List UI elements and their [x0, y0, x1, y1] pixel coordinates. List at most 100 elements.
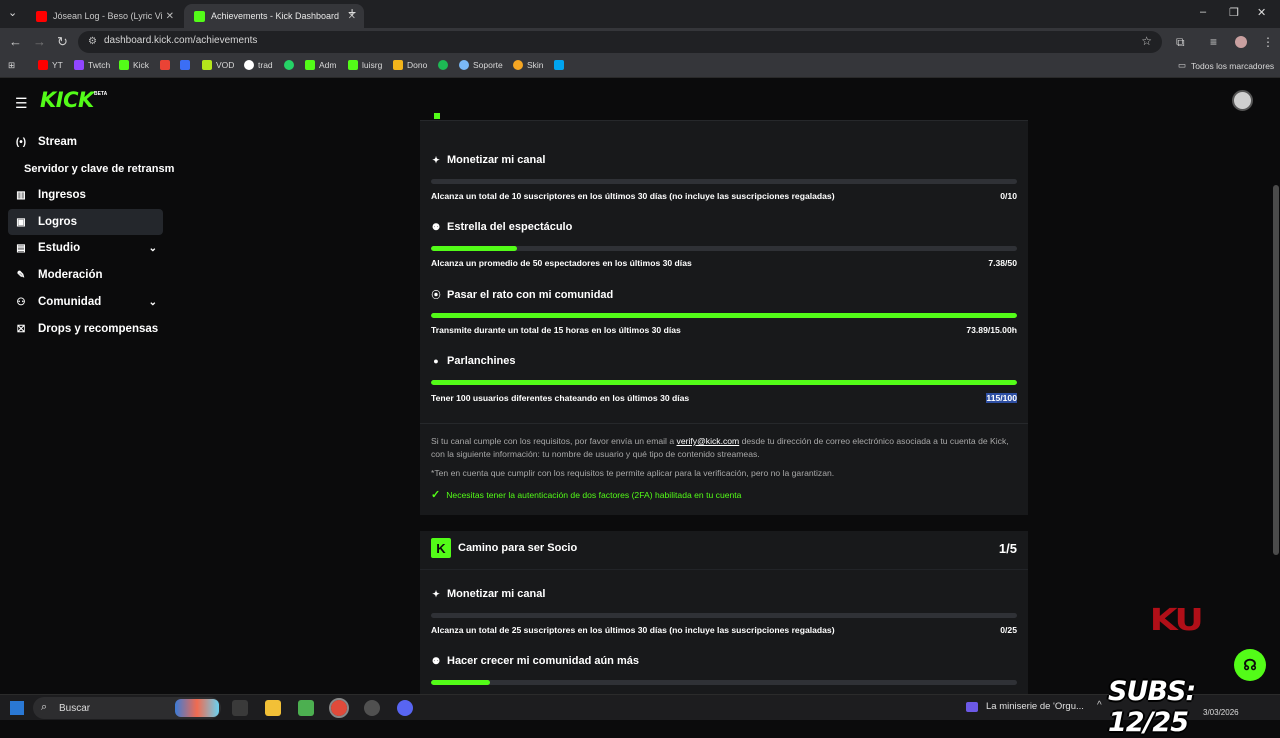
- achievement-progress: 73.89/15.00h: [966, 325, 1017, 335]
- sidebar-item-stream[interactable]: (•) Stream: [8, 129, 163, 155]
- discord-icon[interactable]: [397, 700, 413, 716]
- bookmark-green[interactable]: [438, 60, 452, 70]
- tab-search-chevron-icon[interactable]: ⌄: [8, 6, 17, 19]
- achievement-title: ● Parlanchines: [431, 355, 515, 367]
- taskbar-clock: 3/03/2026: [1203, 708, 1239, 717]
- checkmark-icon: ✓: [431, 489, 441, 501]
- tray-chevron-icon[interactable]: ^: [1097, 700, 1102, 711]
- minimize-icon[interactable]: –: [1200, 6, 1206, 18]
- sparkle-icon: ✦: [432, 154, 440, 165]
- achievement-progress: 0/10: [1000, 191, 1017, 201]
- tab-strip: ⌄ Jósean Log - Beso (Lyric Vi ✕ Achievem…: [0, 0, 1280, 28]
- vod-icon: [202, 60, 212, 70]
- sidebar-item-drops[interactable]: ⛝ Drops y recompensas: [8, 316, 163, 342]
- hamburger-menu-icon[interactable]: ☰: [15, 95, 28, 112]
- twofa-requirement: ✓ Necesitas tener la autenticación de dos…: [431, 489, 742, 501]
- menu-icon[interactable]: ⋮: [1262, 35, 1274, 49]
- bar-chart-icon: ▥: [16, 189, 26, 201]
- task-view-icon[interactable]: [232, 700, 248, 716]
- user-avatar[interactable]: [1232, 90, 1253, 111]
- search-placeholder: Buscar: [59, 703, 91, 714]
- restore-icon[interactable]: ❐: [1229, 6, 1239, 19]
- progress-bar: [431, 179, 1017, 184]
- minecraft-icon[interactable]: [298, 700, 314, 716]
- bookmark-trad[interactable]: trad: [244, 60, 273, 70]
- progress-bar: [431, 313, 1017, 318]
- sidebar-item-moderacion[interactable]: ✎ Moderación: [8, 262, 163, 288]
- tab-kick-dashboard[interactable]: Achievements - Kick Dashboard ✕: [184, 4, 364, 28]
- progress-fill: [431, 313, 1017, 318]
- close-tab-icon[interactable]: ✕: [166, 11, 174, 22]
- achievement-progress: 0/25: [1000, 625, 1017, 635]
- achievement-requirement: Alcanza un total de 25 suscriptores en l…: [431, 625, 835, 635]
- partner-card-header: K Camino para ser Socio: [431, 538, 577, 558]
- bookmark-vod[interactable]: VOD: [202, 60, 234, 70]
- tab-youtube[interactable]: Jósean Log - Beso (Lyric Vi ✕: [26, 4, 182, 28]
- trophy-icon: ▣: [16, 216, 26, 228]
- bookmark-soporte[interactable]: Soporte: [459, 60, 503, 70]
- taskbar-notification[interactable]: La miniserie de 'Orgu...: [966, 701, 1084, 712]
- tab-title: Achievements - Kick Dashboard: [211, 11, 340, 21]
- bookmarks-bar: ⊞ YT Twtch Kick VOD trad Adm luisrg Dono…: [0, 56, 1280, 78]
- kick-logo[interactable]: KICK: [40, 88, 94, 112]
- new-tab-icon[interactable]: +: [348, 4, 356, 20]
- chevron-down-icon[interactable]: ⌄: [149, 297, 157, 308]
- partner-path-card: K Camino para ser Socio 1/5 ✦ Monetizar mi…: [420, 531, 1028, 694]
- chat-icon: ●: [433, 356, 439, 366]
- kick-icon: [119, 60, 129, 70]
- green-app-icon: [438, 60, 448, 70]
- windows-start-icon[interactable]: [10, 701, 24, 715]
- address-bar[interactable]: ⚙ dashboard.kick.com/achievements ☆: [78, 31, 1162, 53]
- achievement-title: ⚉ Hacer crecer mi comunidad aún más: [431, 655, 639, 667]
- sidebar-item-label: Moderación: [38, 269, 103, 281]
- back-icon[interactable]: ←: [9, 34, 22, 49]
- sidebar-item-label: Stream: [38, 136, 77, 148]
- kick-favicon-icon: [194, 10, 205, 22]
- gift-icon: ⛝: [17, 323, 25, 335]
- extensions-icon[interactable]: ⧉: [1176, 35, 1185, 50]
- page-scrollbar[interactable]: [1273, 185, 1279, 555]
- bookmark-dono[interactable]: Dono: [393, 60, 427, 70]
- chevron-down-icon[interactable]: ⌄: [149, 243, 157, 254]
- bookmark-whatsapp[interactable]: [284, 60, 298, 70]
- achievement-progress: 7.38/50: [988, 258, 1017, 268]
- chrome-icon[interactable]: [329, 698, 349, 718]
- youtube-favicon-icon: [36, 10, 47, 22]
- obs-icon[interactable]: [364, 700, 380, 716]
- sidebar-item-label: Drops y recompensas: [38, 323, 159, 335]
- progress-bar: [431, 680, 1017, 685]
- url-text: dashboard.kick.com/achievements: [104, 35, 258, 46]
- bookmark-twitch[interactable]: Twtch: [74, 60, 110, 70]
- bookmark-blue[interactable]: [180, 60, 194, 70]
- bookmark-adm[interactable]: Adm: [305, 60, 336, 70]
- close-window-icon[interactable]: ✕: [1257, 6, 1266, 19]
- profile-icon[interactable]: [1235, 36, 1247, 48]
- sidebar-item-comunidad[interactable]: ⚇ Comunidad ⌄: [8, 289, 163, 315]
- sidebar-item-ingresos[interactable]: ▥ Ingresos: [8, 182, 163, 208]
- blue-app-icon: [180, 60, 190, 70]
- all-bookmarks-folder[interactable]: ▭ Todos los marcadores: [1178, 60, 1274, 71]
- bookmark-windows[interactable]: [554, 60, 568, 70]
- site-info-icon[interactable]: ⚙: [88, 36, 97, 47]
- reload-icon[interactable]: ↻: [57, 34, 68, 50]
- verify-email-link[interactable]: verify@kick.com: [677, 436, 740, 446]
- bookmark-gmail[interactable]: [160, 60, 174, 70]
- progress-fill: [431, 680, 490, 685]
- taskbar-search[interactable]: ⌕ Buscar: [33, 697, 221, 719]
- kick-icon: [305, 60, 315, 70]
- media-controls-icon[interactable]: ≡: [1210, 35, 1217, 49]
- bookmark-kick[interactable]: Kick: [119, 60, 149, 70]
- bookmark-yt[interactable]: YT: [38, 60, 63, 70]
- apps-grid-icon[interactable]: ⊞: [8, 60, 15, 71]
- bookmark-star-icon[interactable]: ☆: [1141, 34, 1152, 48]
- sidebar-item-label: Comunidad: [38, 296, 102, 308]
- sidebar-item-logros[interactable]: ▣ Logros: [8, 209, 163, 235]
- bookmark-luisrg[interactable]: luisrg: [348, 60, 382, 70]
- viewers-icon: ⚉: [431, 655, 441, 666]
- file-explorer-icon[interactable]: [265, 700, 281, 716]
- sidebar-subitem-server-key[interactable]: Servidor y clave de retransm: [24, 163, 174, 175]
- forward-icon[interactable]: →: [33, 34, 46, 49]
- bookmark-skin[interactable]: Skin: [513, 60, 544, 70]
- headset-icon: ☊: [1243, 657, 1257, 674]
- sidebar-item-estudio[interactable]: ▤ Estudio ⌄: [8, 235, 163, 261]
